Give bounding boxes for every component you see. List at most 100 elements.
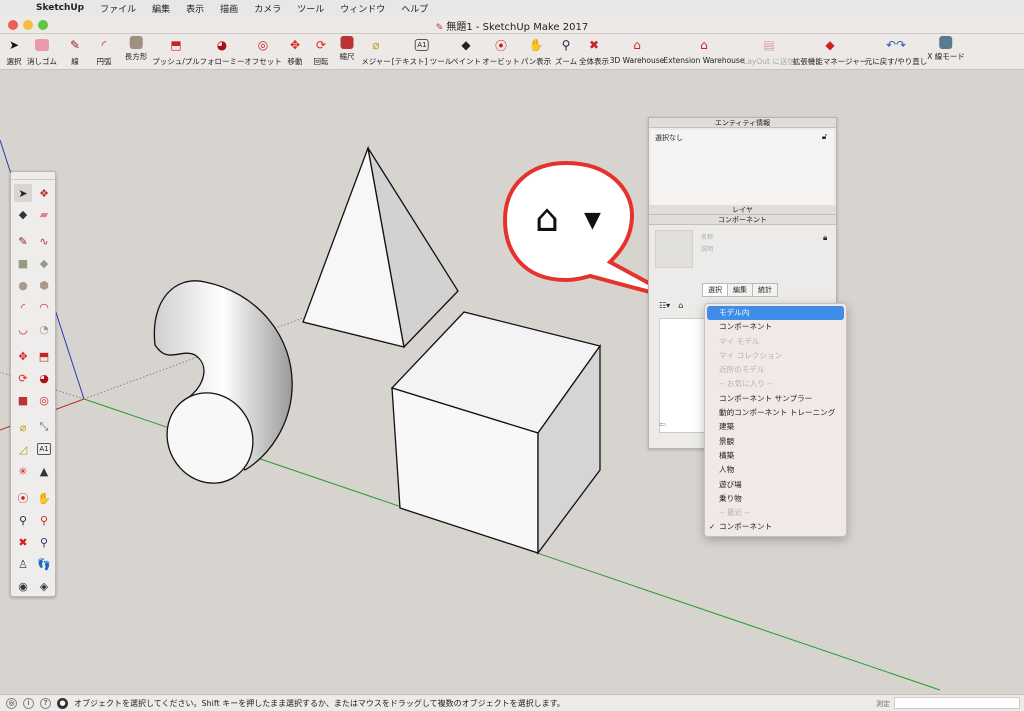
- palette-3d-text[interactable]: ▲: [35, 462, 53, 480]
- palette-walk[interactable]: 👣: [35, 555, 53, 573]
- menu-view[interactable]: 表示: [178, 2, 212, 15]
- tool-push-pull[interactable]: ⬒ プッシュ/プル: [152, 36, 200, 67]
- tool-send-to-layout[interactable]: ▤ LayOut に送信: [743, 36, 795, 67]
- dropdown-item-components[interactable]: コンポーネント: [705, 320, 846, 334]
- tool-zoom-extents[interactable]: ✖ 全体表示: [579, 36, 609, 67]
- component-lock-icon[interactable]: 🔒︎: [823, 233, 827, 243]
- dropdown-item-component-sampler[interactable]: コンポーネント サンプラー: [705, 392, 846, 406]
- tool-scale[interactable]: 縮尺: [340, 36, 355, 62]
- layers-header[interactable]: レイヤ: [649, 205, 836, 215]
- tool-extension-warehouse[interactable]: ⌂ Extension Warehouse: [664, 36, 745, 65]
- tool-text[interactable]: A1 [テキスト] ツール: [392, 36, 452, 67]
- tab-select[interactable]: 選択: [702, 283, 728, 297]
- tool-line[interactable]: ✎ 線: [66, 36, 84, 67]
- tool-offset[interactable]: ◎ オフセット: [244, 36, 282, 67]
- palette-offset[interactable]: ◎: [35, 391, 53, 409]
- tool-paint[interactable]: ◆ ペイント: [451, 36, 481, 67]
- component-description-field[interactable]: 説明: [701, 244, 713, 253]
- palette-scale[interactable]: ■: [14, 391, 32, 409]
- palette-rotate[interactable]: ⟳: [14, 369, 32, 387]
- dropdown-item-architecture[interactable]: 建築: [705, 420, 846, 434]
- entity-info-header[interactable]: エンティティ情報: [649, 118, 836, 128]
- tool-xray[interactable]: X 線モード: [927, 36, 965, 62]
- tool-eraser[interactable]: 消しゴム: [27, 36, 57, 67]
- tool-follow-me[interactable]: ◕ フォローミー: [200, 36, 245, 67]
- tool-rotate[interactable]: ⟳ 回転: [312, 36, 330, 67]
- palette-eraser[interactable]: ▰: [35, 205, 53, 223]
- palette-section-plane[interactable]: ◈: [35, 577, 53, 595]
- palette-previous-view[interactable]: ⚲: [35, 533, 53, 551]
- back-arrow-icon[interactable]: ⇦: [659, 420, 666, 429]
- dropdown-item-vehicles[interactable]: 乗り物: [705, 492, 846, 506]
- palette-text[interactable]: A1: [37, 443, 51, 455]
- tool-pan[interactable]: ✋ パン表示: [521, 36, 551, 67]
- tool-extension-manager[interactable]: ◆ 拡張機能マネージャー: [793, 36, 867, 67]
- dropdown-item-people[interactable]: 人物: [705, 463, 846, 477]
- measurements-input[interactable]: [894, 697, 1020, 709]
- dropdown-item-landscape[interactable]: 景観: [705, 435, 846, 449]
- tool-3d-warehouse[interactable]: ⌂ 3D Warehouse: [610, 36, 665, 65]
- credits-icon[interactable]: i: [23, 697, 34, 709]
- tool-move[interactable]: ✥ 移動: [286, 36, 304, 67]
- palette-line[interactable]: ✎: [14, 232, 32, 250]
- menu-app-name[interactable]: SketchUp: [28, 3, 92, 13]
- dropdown-item-in-model[interactable]: モデル内: [707, 306, 844, 321]
- palette-protractor[interactable]: ◿: [14, 440, 32, 458]
- palette-3pt-arc[interactable]: ◡: [14, 320, 32, 338]
- palette-grip[interactable]: [11, 172, 55, 180]
- dropdown-item-dynamic-training[interactable]: 動的コンポーネント トレーニング: [705, 406, 846, 420]
- palette-look-around[interactable]: ◉: [14, 577, 32, 595]
- palette-dimension[interactable]: ⤡: [35, 418, 53, 436]
- tab-statistics[interactable]: 統計: [752, 283, 778, 297]
- dropdown-item-playground[interactable]: 遊び場: [705, 478, 846, 492]
- component-name-field[interactable]: 名称: [701, 232, 713, 241]
- palette-rectangle[interactable]: ■: [14, 254, 32, 272]
- menu-window[interactable]: ウィンドウ: [332, 2, 393, 15]
- palette-zoom-window[interactable]: ⚲: [35, 511, 53, 529]
- palette-freehand[interactable]: ∿: [35, 232, 53, 250]
- geo-location-icon[interactable]: ◎: [6, 697, 17, 709]
- palette-follow-me[interactable]: ◕: [35, 369, 53, 387]
- palette-orbit[interactable]: ⦿: [14, 489, 32, 507]
- tool-rectangle[interactable]: 長方形: [125, 36, 147, 62]
- palette-component[interactable]: ❖: [35, 184, 53, 202]
- palette-push-pull[interactable]: ⬒: [35, 347, 53, 365]
- palette-position-camera[interactable]: ♙: [14, 555, 32, 573]
- dropdown-item-recent-components[interactable]: ✓ コンポーネント: [705, 520, 846, 534]
- tool-tape-measure[interactable]: ⌀ メジャー: [361, 36, 391, 67]
- menu-draw[interactable]: 描画: [212, 2, 246, 15]
- components-header[interactable]: コンポーネント: [649, 215, 836, 225]
- tool-orbit[interactable]: ⦿ オービット: [482, 36, 520, 67]
- palette-move[interactable]: ✥: [14, 347, 32, 365]
- tool-arc[interactable]: ◜ 円弧: [95, 36, 113, 67]
- home-icon[interactable]: ⌂: [678, 301, 683, 310]
- menu-tools[interactable]: ツール: [289, 2, 332, 15]
- tab-edit[interactable]: 編集: [727, 283, 753, 297]
- drawing-canvas[interactable]: [0, 70, 1024, 694]
- palette-arc[interactable]: ◜: [14, 298, 32, 316]
- palette-2pt-arc[interactable]: ◠: [35, 298, 53, 316]
- palette-circle[interactable]: ●: [14, 276, 32, 294]
- dropdown-item-construction[interactable]: 構築: [705, 449, 846, 463]
- menu-help[interactable]: ヘルプ: [393, 2, 436, 15]
- palette-axes[interactable]: ✳: [14, 462, 32, 480]
- tool-zoom[interactable]: ⚲ ズーム: [555, 36, 577, 67]
- tool-select[interactable]: ➤ 選択: [5, 36, 23, 67]
- palette-polygon[interactable]: ⬢: [35, 276, 53, 294]
- lock-icon[interactable]: 🔓︎: [822, 132, 827, 142]
- palette-zoom[interactable]: ⚲: [14, 511, 32, 529]
- palette-rotated-rectangle[interactable]: ◆: [35, 254, 53, 272]
- user-account-icon[interactable]: ?: [40, 697, 51, 709]
- menu-edit[interactable]: 編集: [144, 2, 178, 15]
- tool-undo-redo[interactable]: ↶↷ 元に戻す/やり直し: [865, 36, 928, 67]
- palette-zoom-extents[interactable]: ✖: [14, 533, 32, 551]
- palette-select[interactable]: ➤: [14, 184, 32, 202]
- menu-camera[interactable]: カメラ: [246, 2, 289, 15]
- palette-pan[interactable]: ✋: [35, 489, 53, 507]
- palette-paint[interactable]: ◆: [14, 205, 32, 223]
- palette-tape-measure[interactable]: ⌀: [14, 418, 32, 436]
- instructor-icon[interactable]: ●: [57, 697, 68, 709]
- view-options-icon[interactable]: ☷▾: [659, 301, 670, 310]
- palette-pie[interactable]: ◔: [35, 320, 53, 338]
- menu-file[interactable]: ファイル: [92, 2, 144, 15]
